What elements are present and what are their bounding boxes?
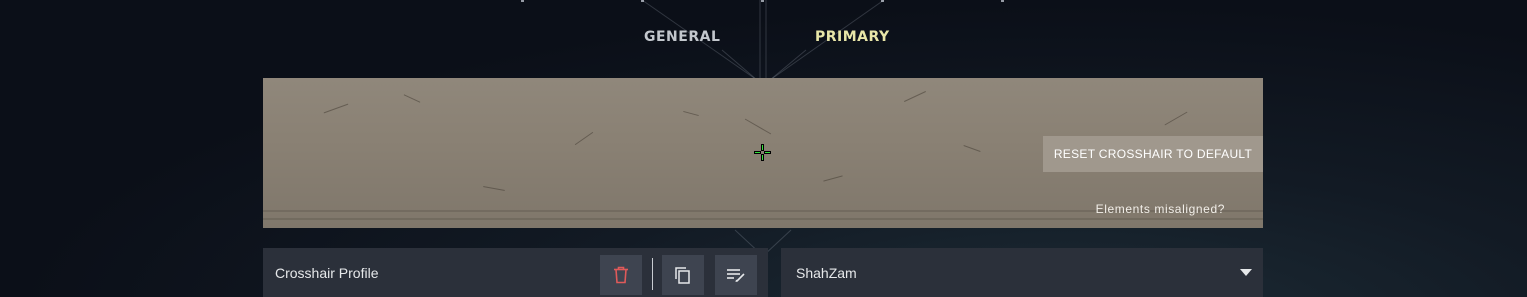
toolbar-divider [652,258,653,290]
rename-profile-button[interactable] [715,255,757,295]
chevron-down-icon [1240,269,1252,276]
crosshair-icon [754,144,771,161]
tab-primary[interactable]: PRIMARY [815,29,890,45]
wall-texture [903,90,927,103]
wall-texture [744,118,772,135]
wall-texture [823,175,843,182]
wall-plank [263,218,1263,220]
wall-texture [683,110,699,117]
crosshair-profile-bar: Crosshair Profile [263,248,768,297]
profile-select[interactable]: ShahZam [781,248,1263,297]
elements-misaligned-link[interactable]: Elements misaligned? [1096,202,1225,216]
profile-select-value: ShahZam [796,265,857,281]
delete-profile-button[interactable] [600,255,642,295]
copy-icon [675,267,690,284]
wall-texture [574,131,594,146]
tab-general[interactable]: GENERAL [644,29,720,45]
wall-texture [1164,111,1188,126]
profile-label: Crosshair Profile [275,265,379,281]
wall-texture [403,94,421,103]
reset-crosshair-button[interactable]: RESET CROSSHAIR TO DEFAULT [1043,136,1263,172]
copy-profile-button[interactable] [662,255,704,295]
crosshair-preview: RESET CROSSHAIR TO DEFAULT Elements misa… [263,78,1263,228]
wall-texture [963,144,981,153]
wall-texture [323,103,349,114]
rename-icon [727,269,745,282]
trash-icon [614,266,628,284]
wall-texture [483,186,505,191]
